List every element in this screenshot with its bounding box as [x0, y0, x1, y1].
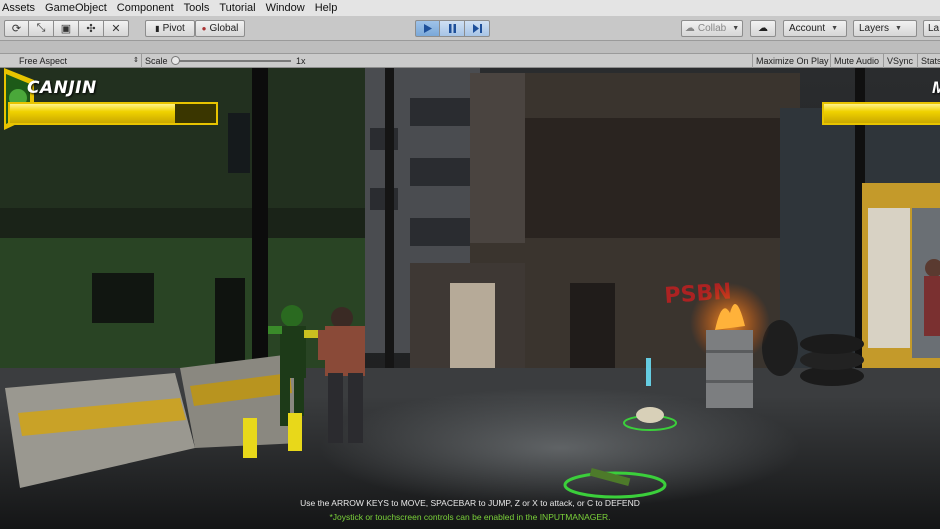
cloud-check-icon: ☁ — [684, 23, 695, 34]
game-view-bar: Free Aspect ⇕ Scale 1x Maximize On Play … — [0, 54, 940, 68]
scale-slider-track[interactable] — [176, 60, 291, 62]
player1-health-bar — [8, 102, 218, 125]
game-scene: PSBN — [0, 68, 940, 529]
enemy-character-offscreen — [924, 259, 940, 336]
transform-tools: ⟳ ⤡ ▣ ✣ ✕ — [4, 20, 129, 37]
street-pole — [385, 68, 394, 373]
rotate-tool-icon[interactable]: ⟳ — [4, 20, 29, 37]
aspect-dropdown[interactable]: Free Aspect — [19, 54, 67, 68]
layers-label: Layers — [859, 23, 890, 34]
custom-tool-icon[interactable]: ✕ — [104, 20, 129, 37]
controls-instructions: Use the ARROW KEYS to MOVE, SPACEBAR to … — [300, 498, 640, 508]
account-dropdown[interactable]: Account ▼ — [783, 20, 847, 37]
controls-hint: *Joystick or touchscreen controls can be… — [329, 512, 611, 522]
aspect-dropdown-arrow-icon: ⇕ — [133, 57, 139, 64]
pivot-icon: ▮ — [155, 24, 160, 33]
layers-dropdown[interactable]: Layers ▼ — [853, 20, 917, 37]
sparkle-effect — [646, 358, 651, 386]
global-label: Global — [209, 23, 239, 34]
menu-assets[interactable]: Assets — [0, 0, 40, 16]
step-button[interactable] — [465, 20, 490, 37]
pivot-label: Pivot — [162, 23, 185, 34]
pause-button[interactable] — [440, 20, 465, 37]
cloud-icon: ☁ — [758, 23, 768, 34]
scale-value: 1x — [296, 56, 306, 66]
cloud-button[interactable]: ☁ — [750, 20, 776, 37]
menu-window[interactable]: Window — [261, 0, 310, 16]
step-icon — [472, 24, 482, 33]
transform-tool-icon[interactable]: ✣ — [79, 20, 104, 37]
player1-name: CANJIN — [27, 78, 97, 98]
chevron-down-icon: ▼ — [895, 25, 902, 32]
menu-bar: Assets GameObject Component Tools Tutori… — [0, 0, 940, 16]
collab-dropdown[interactable]: ☁ Collab ▼ — [681, 20, 743, 37]
layout-dropdown[interactable]: La — [923, 20, 940, 37]
pivot-button[interactable]: ▮ Pivot — [145, 20, 195, 37]
bus-stop — [862, 183, 940, 368]
game-tab-strip — [0, 41, 940, 54]
account-label: Account — [789, 23, 826, 34]
menu-tools[interactable]: Tools — [179, 0, 215, 16]
player2-name: M — [932, 78, 940, 98]
global-button[interactable]: ● Global — [195, 20, 245, 37]
play-icon — [424, 24, 432, 33]
mute-audio-toggle[interactable]: Mute Audio — [834, 54, 879, 68]
menu-tutorial[interactable]: Tutorial — [214, 0, 260, 16]
scale-tool-icon[interactable]: ⤡ — [29, 20, 54, 37]
vsync-toggle[interactable]: VSync — [887, 54, 913, 68]
chevron-down-icon: ▼ — [732, 25, 740, 32]
scale-label: Scale — [145, 56, 168, 66]
player2-health-bar — [822, 102, 940, 125]
player1-health-fill — [10, 104, 175, 123]
game-viewport[interactable]: PSBN CANJIN Use the ARROW KEYS to MOVE, … — [0, 68, 940, 529]
pause-icon — [448, 24, 456, 33]
menu-help[interactable]: Help — [310, 0, 343, 16]
play-controls — [415, 20, 490, 37]
maximize-on-play-toggle[interactable]: Maximize On Play — [756, 54, 829, 68]
scale-slider-handle[interactable] — [171, 56, 180, 65]
stats-toggle[interactable]: Stats — [921, 54, 940, 68]
menu-gameobject[interactable]: GameObject — [40, 0, 112, 16]
main-toolbar: ⟳ ⤡ ▣ ✣ ✕ ▮ Pivot ● Global ☁ Collab ▼ ☁ … — [0, 16, 940, 41]
menu-component[interactable]: Component — [112, 0, 179, 16]
rect-tool-icon[interactable]: ▣ — [54, 20, 79, 37]
play-button[interactable] — [415, 20, 440, 37]
layout-label: La — [928, 23, 940, 34]
collab-label: Collab — [697, 23, 727, 34]
globe-icon: ● — [201, 24, 207, 33]
chevron-down-icon: ▼ — [831, 25, 839, 32]
